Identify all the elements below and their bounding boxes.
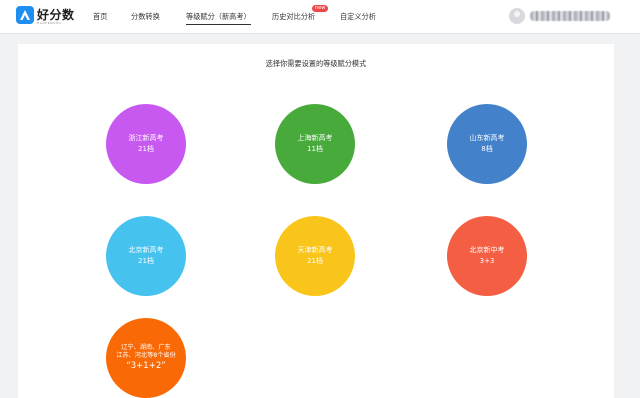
mode-tianjin[interactable]: 天津新高考 21档 [275, 216, 355, 296]
user-name-blurred [530, 11, 610, 21]
mode-3-1-2[interactable]: 辽宁、湖南、广东 江苏、河北等8个省份 “3+1+2” [106, 318, 186, 398]
mode-name: 北京新中考 [469, 246, 505, 254]
logo-a-icon [16, 6, 34, 24]
mode-zhejiang[interactable]: 浙江新高考 21档 [106, 104, 186, 184]
mode-shanghai[interactable]: 上海新高考 11档 [275, 104, 355, 184]
mode-name: 山东新高考 [469, 134, 505, 142]
mode-name: 天津新高考 [297, 246, 333, 254]
logo-subtitle: HAOFENSHU [37, 21, 62, 25]
avatar-person-icon [514, 11, 520, 17]
mode-name: 浙江新高考 [128, 134, 164, 142]
nav-history-comparison[interactable]: 历史对比分析 [272, 12, 315, 22]
mode-provinces-line2: 江苏、河北等8个省份 [116, 352, 176, 359]
mode-scheme: “3+1+2” [126, 361, 166, 371]
new-badge: new [312, 5, 329, 12]
user-menu[interactable] [509, 8, 614, 26]
mode-count: 8档 [481, 145, 493, 153]
mode-selection-panel: 选择你需要设置的等级赋分模式 浙江新高考 21档 上海新高考 11档 山东新高考… [18, 44, 614, 398]
mode-count: 21档 [138, 257, 154, 265]
mode-beijing-zhongkao[interactable]: 北京新中考 3+3 [447, 216, 527, 296]
nav-score-conversion[interactable]: 分数转换 [131, 12, 160, 22]
logo[interactable]: 好分数 HAOFENSHU [16, 5, 76, 29]
mode-count: 21档 [138, 145, 154, 153]
mode-provinces-line1: 辽宁、湖南、广东 [121, 344, 171, 351]
mode-beijing[interactable]: 北京新高考 21档 [106, 216, 186, 296]
mode-name: 上海新高考 [297, 134, 333, 142]
mode-count: 11档 [307, 145, 323, 153]
nav-custom-analysis[interactable]: 自定义分析 [340, 12, 376, 22]
page-title: 选择你需要设置的等级赋分模式 [265, 59, 367, 68]
top-nav-bar: 好分数 HAOFENSHU 首页 分数转换 等级赋分（新高考） 历史对比分析 n… [0, 0, 640, 34]
nav-home[interactable]: 首页 [93, 12, 107, 22]
nav-grade-assignment[interactable]: 等级赋分（新高考） [186, 12, 251, 25]
avatar[interactable] [509, 8, 525, 24]
mode-count: 21档 [307, 257, 323, 265]
mode-count: 3+3 [479, 257, 495, 265]
mode-shandong[interactable]: 山东新高考 8档 [447, 104, 527, 184]
mode-name: 北京新高考 [128, 246, 164, 254]
